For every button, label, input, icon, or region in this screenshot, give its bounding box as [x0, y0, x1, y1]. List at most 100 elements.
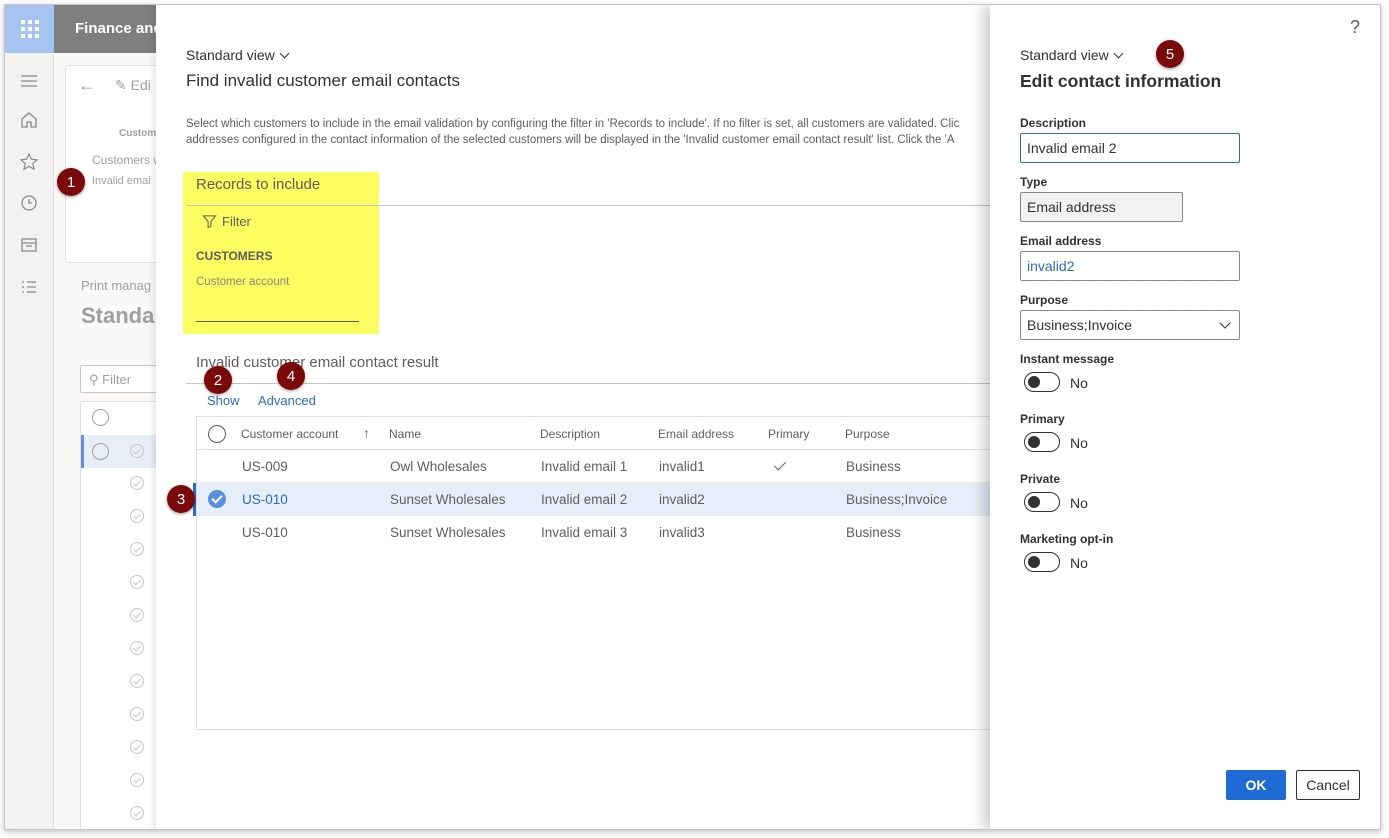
instant-message-label: Instant message [1020, 352, 1115, 366]
primary-toggle[interactable] [1024, 432, 1060, 452]
background-row-select [92, 443, 109, 460]
cancel-button[interactable]: Cancel [1296, 770, 1360, 800]
cell-email: invalid3 [659, 525, 705, 540]
cell-name: Owl Wholesales [390, 459, 487, 474]
edit-contact-panel: ? Standard view 5 Edit contact informati… [990, 5, 1380, 829]
clock-icon[interactable] [19, 193, 39, 213]
cell-name: Sunset Wholesales [390, 492, 506, 507]
check-icon [130, 575, 144, 589]
primary-check-icon [773, 458, 787, 471]
help-icon[interactable]: ? [1350, 17, 1360, 38]
check-icon [130, 707, 144, 721]
home-icon[interactable] [19, 110, 39, 130]
private-toggle[interactable] [1024, 492, 1060, 512]
dialog-title: Find invalid customer email contacts [186, 71, 461, 90]
ok-button[interactable]: OK [1226, 770, 1286, 800]
private-value: No [1070, 495, 1088, 511]
cell-customer-account: US-010 [242, 492, 288, 507]
description-input[interactable]: Invalid email 2 [1020, 133, 1240, 163]
chevron-down-icon [279, 48, 290, 59]
background-filter-placeholder: ⚲ Filter [89, 372, 132, 387]
cell-purpose: Business;Invoice [846, 492, 948, 507]
check-icon [130, 542, 144, 556]
grid-header: Customer account ↑ Name Description Emai… [197, 417, 991, 450]
table-row[interactable]: US-010 Sunset Wholesales Invalid email 3… [197, 516, 991, 549]
advanced-button[interactable]: Advanced [258, 393, 316, 408]
purpose-value: Business;Invoice [1027, 317, 1133, 333]
check-icon [130, 806, 144, 820]
sort-ascending-icon: ↑ [363, 425, 370, 441]
background-edit-label: ✎ Edi [115, 77, 151, 93]
instant-message-toggle[interactable] [1024, 372, 1060, 392]
column-header-name[interactable]: Name [389, 427, 421, 441]
cell-email: invalid2 [659, 492, 705, 507]
section-divider [186, 205, 991, 206]
annotation-marker-2: 2 [204, 366, 232, 394]
column-header-description[interactable]: Description [540, 427, 600, 441]
result-section-title: Invalid customer email contact result [196, 354, 439, 371]
standard-view-selector[interactable]: Standard view [186, 47, 290, 63]
marketing-opt-in-toggle[interactable] [1024, 552, 1060, 572]
background-view-title: Standa [81, 303, 155, 328]
cell-customer-account: US-010 [242, 525, 288, 540]
email-address-input[interactable]: invalid2 [1020, 251, 1240, 281]
instant-message-value: No [1070, 375, 1088, 391]
select-all-checkbox[interactable] [208, 425, 226, 443]
cell-description: Invalid email 1 [541, 459, 628, 474]
type-field: Email address [1020, 192, 1183, 222]
annotation-marker-5: 5 [1156, 40, 1184, 68]
check-icon [130, 674, 144, 688]
primary-value: No [1070, 435, 1088, 451]
type-label: Type [1020, 175, 1048, 189]
column-header-primary[interactable]: Primary [768, 427, 809, 441]
annotation-marker-1: 1 [57, 168, 85, 196]
navigation-rail [5, 53, 54, 829]
purpose-dropdown[interactable]: Business;Invoice [1020, 310, 1240, 340]
cell-purpose: Business [846, 459, 901, 474]
view-label: Standard view [186, 47, 275, 63]
marketing-opt-in-value: No [1070, 555, 1088, 571]
app-window: Finance and ← ✎ Edi Custom Customers w I… [4, 4, 1381, 830]
cell-email: invalid1 [659, 459, 705, 474]
cell-description: Invalid email 2 [541, 492, 628, 507]
customer-account-label: Customer account [196, 276, 290, 288]
records-to-include-title: Records to include [196, 176, 321, 193]
description-label: Description [1020, 116, 1087, 130]
star-icon[interactable] [19, 152, 39, 172]
cell-description: Invalid email 3 [541, 525, 628, 540]
filter-button[interactable]: Filter [202, 214, 251, 229]
check-icon [130, 641, 144, 655]
check-icon [130, 773, 144, 787]
table-row[interactable]: US-009 Owl Wholesales Invalid email 1 in… [197, 450, 991, 483]
background-print-label: Print manag [81, 278, 152, 293]
row-checked-icon[interactable] [208, 490, 226, 508]
back-arrow-icon: ← [78, 75, 96, 95]
background-item-customers: Customers w [92, 153, 163, 167]
workspace-icon[interactable] [19, 235, 39, 255]
customer-account-input[interactable] [196, 321, 359, 322]
panel-title: Edit contact information [1020, 71, 1222, 91]
column-header-email[interactable]: Email address [658, 427, 734, 441]
private-label: Private [1020, 472, 1061, 486]
column-header-purpose[interactable]: Purpose [845, 427, 890, 441]
show-button[interactable]: Show [207, 393, 240, 408]
filter-icon [202, 215, 217, 229]
column-header-customer-account[interactable]: Customer account [241, 427, 338, 441]
annotation-marker-3: 3 [167, 485, 195, 513]
section-divider [186, 383, 991, 384]
panel-view-selector[interactable]: Standard view [1020, 47, 1124, 63]
panel-view-label: Standard view [1020, 47, 1109, 63]
background-item-invalid: Invalid emai [92, 175, 151, 187]
table-row-selected[interactable]: US-010 Sunset Wholesales Invalid email 2… [193, 483, 991, 516]
hamburger-icon[interactable] [19, 71, 39, 91]
app-title: Finance and [75, 20, 163, 37]
primary-label: Primary [1020, 412, 1065, 426]
background-customer-label: Custom [119, 128, 157, 139]
background-select-all [92, 409, 109, 426]
customers-heading: CUSTOMERS [196, 249, 273, 263]
app-launcher-button[interactable] [5, 5, 54, 53]
list-icon[interactable] [19, 277, 39, 297]
annotation-marker-4: 4 [277, 362, 305, 390]
check-icon [130, 444, 144, 458]
instructions-line-2: addresses configured in the contact info… [186, 134, 955, 146]
